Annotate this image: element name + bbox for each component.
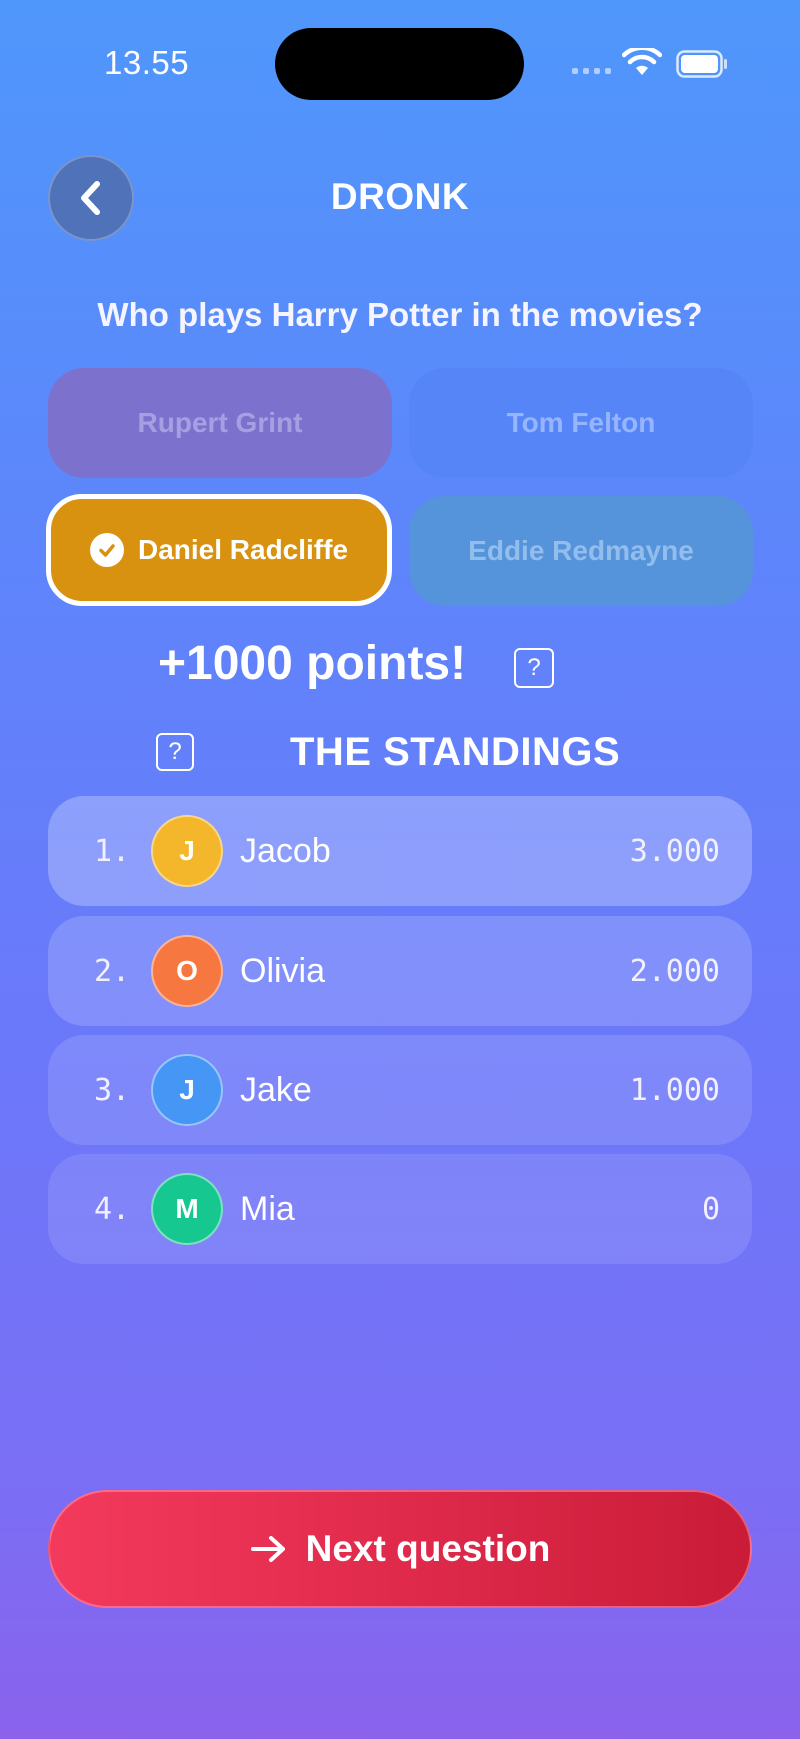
cellular-signal-icon bbox=[572, 68, 611, 74]
dynamic-island bbox=[275, 28, 524, 100]
wifi-icon bbox=[622, 48, 662, 75]
player-avatar: J bbox=[151, 815, 223, 887]
answer-label: Daniel Radcliffe bbox=[137, 534, 349, 565]
player-score: 3.000 bbox=[629, 833, 720, 869]
player-avatar: O bbox=[151, 935, 223, 1007]
standings-row: 1. J Jacob 3.000 bbox=[48, 796, 752, 906]
player-avatar: M bbox=[151, 1173, 223, 1245]
question-mark-icon: ? bbox=[514, 648, 554, 688]
player-score: 1.000 bbox=[629, 1072, 720, 1108]
answer-label: Rupert Grint bbox=[137, 407, 303, 438]
checkmark-icon bbox=[89, 533, 124, 567]
next-question-label: Next question bbox=[305, 1528, 551, 1569]
answer-label: Tom Felton bbox=[506, 407, 656, 438]
player-name: Jake bbox=[240, 1070, 312, 1109]
standings-title: THE STANDINGS bbox=[290, 730, 621, 774]
page-title: DRONK bbox=[330, 176, 470, 217]
arrow-right-icon bbox=[250, 1534, 288, 1564]
status-icons bbox=[572, 44, 732, 84]
player-rank: 1. bbox=[94, 833, 131, 869]
answer-option-1[interactable]: Rupert Grint bbox=[48, 368, 392, 478]
player-name: Mia bbox=[240, 1189, 295, 1228]
answer-option-4[interactable]: Eddie Redmayne bbox=[409, 496, 753, 606]
player-rank: 4. bbox=[94, 1191, 131, 1227]
next-question-button[interactable]: Next question bbox=[48, 1490, 752, 1608]
question-text: Who plays Harry Potter in the movies? bbox=[97, 296, 703, 333]
player-name: Olivia bbox=[240, 951, 326, 990]
player-score: 2.000 bbox=[629, 953, 720, 989]
status-time: 13.55 bbox=[104, 44, 190, 81]
player-name: Jacob bbox=[240, 831, 331, 870]
player-rank: 2. bbox=[94, 953, 131, 989]
battery-icon bbox=[676, 50, 727, 78]
standings-row: 2. O Olivia 2.000 bbox=[48, 916, 752, 1026]
answer-option-2[interactable]: Tom Felton bbox=[409, 368, 753, 478]
points-awarded: +1000 points! bbox=[158, 637, 467, 690]
standings-row: 3. J Jake 1.000 bbox=[48, 1035, 752, 1145]
answer-label: Eddie Redmayne bbox=[468, 535, 694, 566]
answer-option-3-selected[interactable]: Daniel Radcliffe bbox=[46, 494, 392, 606]
player-score: 0 bbox=[701, 1191, 720, 1227]
standings-row: 4. M Mia 0 bbox=[48, 1154, 752, 1264]
player-rank: 3. bbox=[94, 1072, 131, 1108]
player-avatar: J bbox=[151, 1054, 223, 1126]
